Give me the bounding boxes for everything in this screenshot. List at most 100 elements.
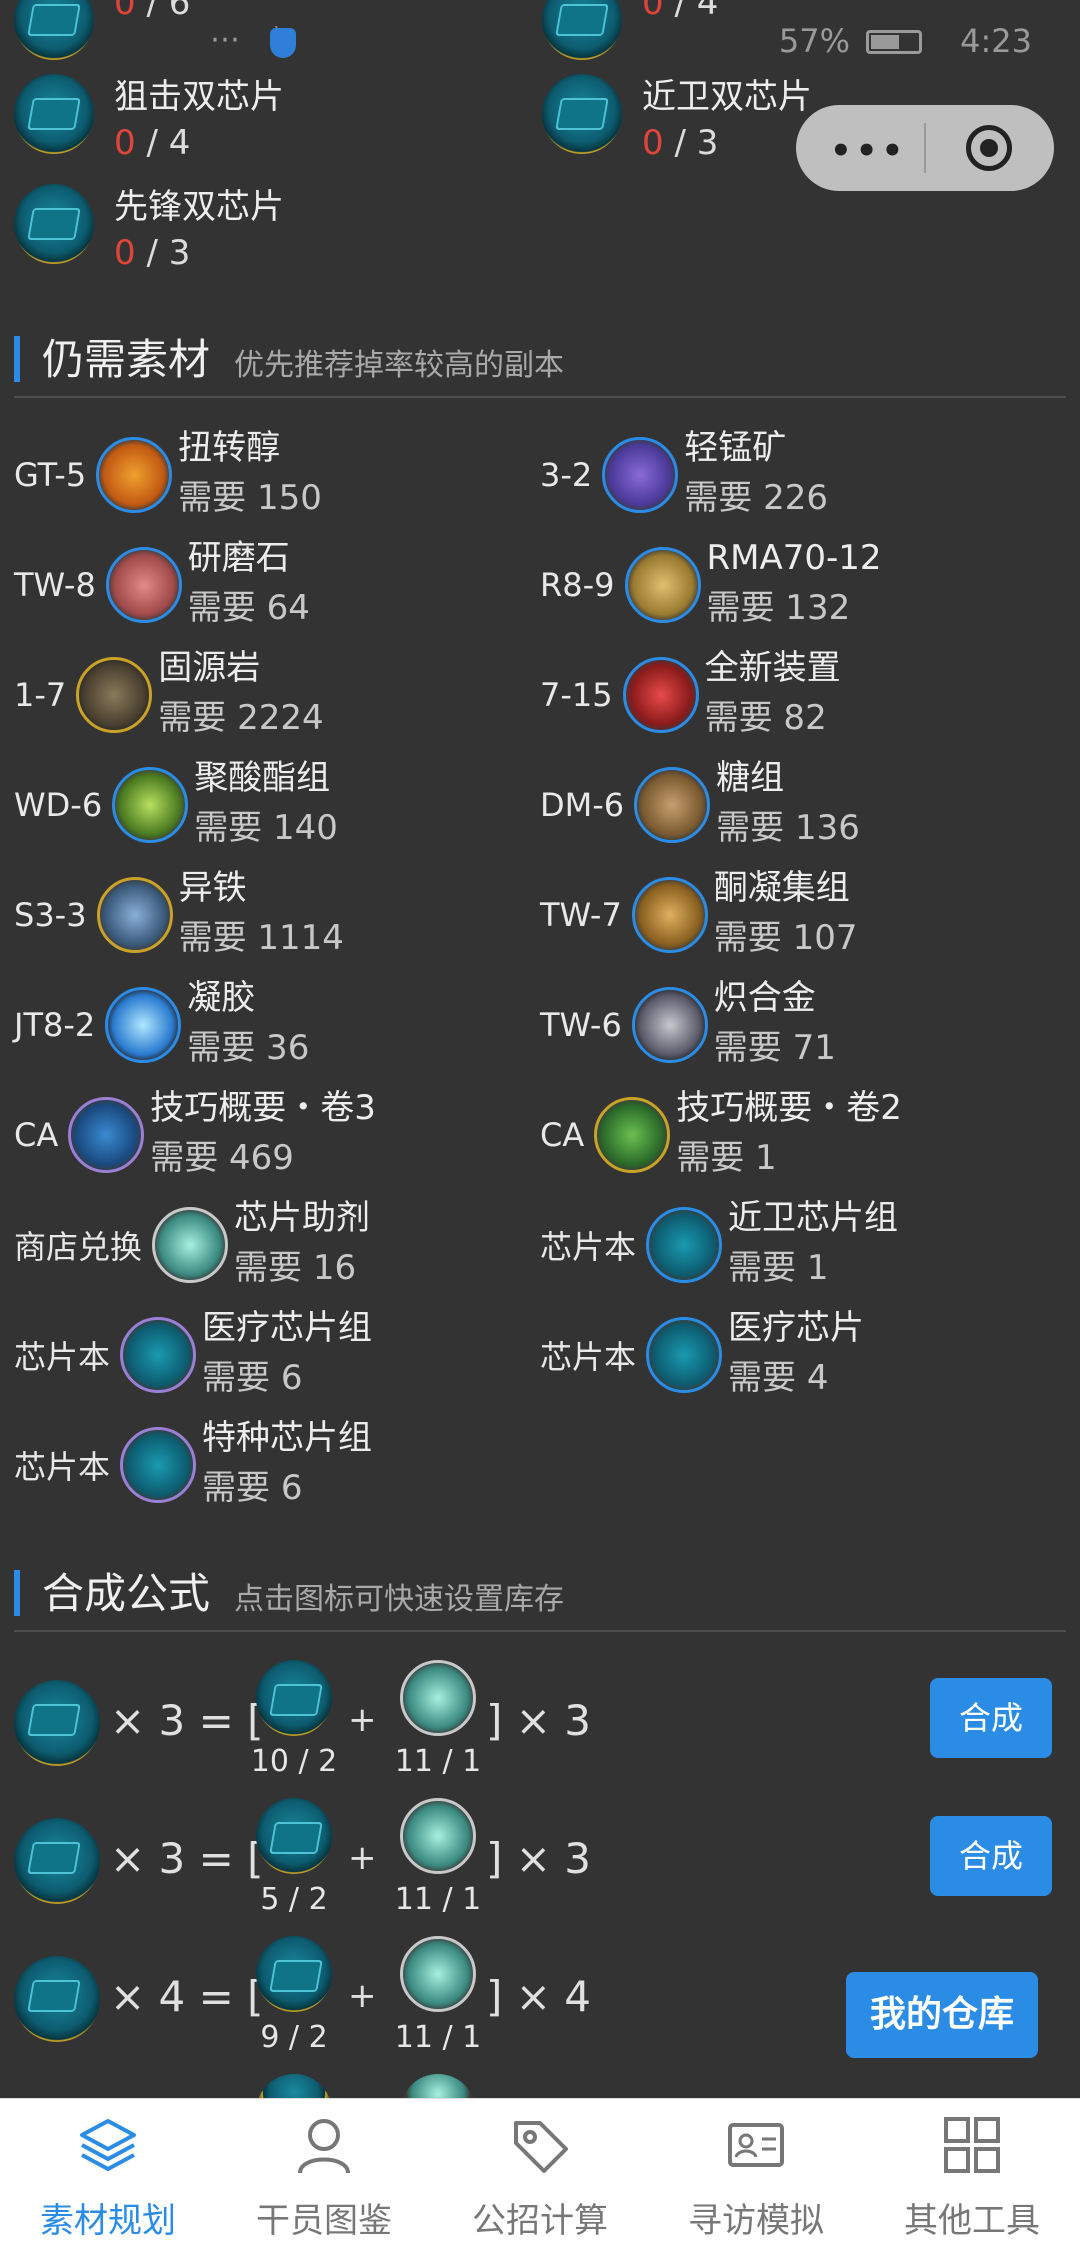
chip-icon[interactable] bbox=[14, 1680, 100, 1766]
chip-name: 近卫双芯片 bbox=[642, 77, 812, 117]
tab-headhunt-simulator[interactable]: 寻访模拟 bbox=[648, 2099, 864, 2244]
stage-label: TW-8 bbox=[14, 566, 96, 604]
formula-count: 11 / 1 bbox=[394, 2020, 482, 2055]
material-name: 扭转醇 bbox=[178, 428, 281, 468]
my-warehouse-button[interactable]: 我的仓库 bbox=[846, 1972, 1038, 2058]
chip-item-sniper-dual[interactable]: 狙击双芯片 0 / 4 bbox=[14, 74, 284, 166]
material-item[interactable]: CA 技巧概要・卷2 需要 1 bbox=[540, 1080, 902, 1190]
chip-icon[interactable] bbox=[256, 1660, 332, 1736]
material-item[interactable]: R8-9 RMA70-12 需要 132 bbox=[540, 530, 882, 640]
chip-icon[interactable] bbox=[256, 1798, 332, 1874]
tab-material-planning[interactable]: 素材规划 bbox=[0, 2099, 216, 2244]
section-subtitle: 点击图标可快速设置库存 bbox=[234, 1582, 564, 1617]
material-need: 需要 1 bbox=[676, 1138, 777, 1178]
material-name: 全新装置 bbox=[704, 648, 841, 688]
materials-section-header: 仍需素材 优先推荐掉率较高的副本 bbox=[14, 326, 1066, 398]
chip-count: 0 / 4 bbox=[642, 0, 719, 23]
material-need: 需要 36 bbox=[187, 1028, 310, 1068]
material-name: 医疗芯片组 bbox=[202, 1308, 373, 1348]
capsule-divider bbox=[924, 123, 926, 173]
book-icon bbox=[68, 1097, 145, 1173]
stage-label: S3-3 bbox=[14, 896, 87, 934]
vial-icon[interactable] bbox=[400, 1798, 476, 1874]
material-icon bbox=[96, 437, 173, 513]
chip-icon[interactable] bbox=[14, 1818, 100, 1904]
stage-label: DM-6 bbox=[540, 786, 625, 824]
material-item[interactable]: TW-7 酮凝集组 需要 107 bbox=[540, 860, 858, 970]
material-item[interactable]: 7-15 全新装置 需要 82 bbox=[540, 640, 841, 750]
stage-label: 芯片本 bbox=[14, 1338, 111, 1376]
formula-count: 10 / 2 bbox=[250, 1744, 338, 1779]
material-item[interactable]: 芯片本 特种芯片组 需要 6 bbox=[14, 1410, 372, 1520]
material-item[interactable]: 商店兑换 芯片助剂 需要 16 bbox=[14, 1190, 370, 1300]
formula-count: 5 / 2 bbox=[260, 1882, 328, 1917]
stage-label: WD-6 bbox=[14, 786, 103, 824]
section-divider bbox=[14, 396, 1066, 398]
material-need: 需要 4 bbox=[728, 1358, 829, 1398]
formula-multiplier: × 4 = [ bbox=[110, 1972, 264, 2021]
material-name: 酮凝集组 bbox=[713, 868, 850, 908]
material-item[interactable]: 1-7 固源岩 需要 2224 bbox=[14, 640, 324, 750]
material-item[interactable]: JT8-2 凝胶 需要 36 bbox=[14, 970, 309, 1080]
chip-item-guard-dual[interactable]: 近卫双芯片 0 / 3 bbox=[542, 74, 812, 166]
vial-icon[interactable] bbox=[400, 1936, 476, 2012]
material-icon bbox=[602, 437, 679, 513]
plus-sign: + bbox=[348, 1976, 377, 2016]
material-item[interactable]: DM-6 糖组 需要 136 bbox=[540, 750, 860, 860]
material-need: 需要 71 bbox=[713, 1028, 836, 1068]
synthesize-button[interactable]: 合成 bbox=[930, 1678, 1052, 1758]
section-title: 仍需素材 bbox=[42, 335, 211, 384]
material-need: 需要 469 bbox=[150, 1138, 294, 1178]
material-name: 特种芯片组 bbox=[202, 1418, 373, 1458]
material-item[interactable]: 3-2 轻锰矿 需要 226 bbox=[540, 420, 828, 530]
material-need: 需要 140 bbox=[194, 808, 338, 848]
material-item[interactable]: CA 技巧概要・卷3 需要 469 bbox=[14, 1080, 376, 1190]
formula-close: ] × 4 bbox=[486, 1972, 591, 2021]
material-item[interactable]: S3-3 异铁 需要 1114 bbox=[14, 860, 344, 970]
more-icon[interactable]: ••• bbox=[830, 131, 907, 171]
formula-row: × 3 = [ 5 / 2 + 11 / 1 ] × 3 合成 bbox=[14, 1798, 1066, 1928]
miniprogram-capsule: ••• bbox=[796, 105, 1054, 191]
tab-recruit-calculator[interactable]: 公招计算 bbox=[432, 2099, 648, 2244]
material-icon bbox=[76, 657, 153, 733]
tab-operator-archive[interactable]: 干员图鉴 bbox=[216, 2099, 432, 2244]
chip-item[interactable]: 0 / 4 bbox=[542, 0, 718, 60]
material-item[interactable]: 芯片本 医疗芯片 需要 4 bbox=[540, 1300, 864, 1410]
material-name: 医疗芯片 bbox=[728, 1308, 865, 1348]
material-item[interactable]: 芯片本 近卫芯片组 需要 1 bbox=[540, 1190, 898, 1300]
plus-sign: + bbox=[348, 1838, 377, 1878]
vial-icon[interactable] bbox=[400, 1660, 476, 1736]
material-icon bbox=[631, 877, 708, 953]
chip-name: 先锋双芯片 bbox=[114, 187, 284, 227]
synthesize-button[interactable]: 合成 bbox=[930, 1816, 1052, 1896]
material-need: 需要 6 bbox=[202, 1358, 303, 1398]
chip-item-vanguard-dual[interactable]: 先锋双芯片 0 / 3 bbox=[14, 184, 284, 276]
section-title: 合成公式 bbox=[42, 1569, 211, 1618]
section-subtitle: 优先推荐掉率较高的副本 bbox=[234, 348, 564, 383]
chip-item[interactable]: 0 / 6 bbox=[14, 0, 190, 60]
material-item[interactable]: TW-8 研磨石 需要 64 bbox=[14, 530, 310, 640]
stage-label: CA bbox=[14, 1116, 59, 1154]
material-name: 轻锰矿 bbox=[684, 428, 787, 468]
chip-icon bbox=[646, 1207, 723, 1283]
material-item[interactable]: TW-6 炽合金 需要 71 bbox=[540, 970, 836, 1080]
material-item[interactable]: 芯片本 医疗芯片组需要 6 bbox=[14, 1300, 372, 1410]
material-name: RMA70-12 bbox=[706, 538, 882, 578]
chip-icon bbox=[542, 74, 622, 154]
tab-label: 其他工具 bbox=[904, 2201, 1040, 2241]
material-icon bbox=[622, 657, 699, 733]
formula-count: 9 / 2 bbox=[260, 2020, 328, 2055]
material-icon bbox=[631, 987, 708, 1063]
section-accent-bar bbox=[14, 1570, 20, 1616]
formula-multiplier: × 3 = [ bbox=[110, 1696, 264, 1745]
material-name: 近卫芯片组 bbox=[728, 1198, 899, 1238]
material-item[interactable]: GT-5 扭转醇 需要 150 bbox=[14, 420, 322, 530]
stage-label: R8-9 bbox=[540, 566, 615, 604]
material-name: 聚酸酯组 bbox=[194, 758, 331, 798]
chip-icon[interactable] bbox=[14, 1956, 100, 2042]
material-item[interactable]: WD-6 聚酸酯组需要 140 bbox=[14, 750, 338, 860]
tab-other-tools[interactable]: 其他工具 bbox=[864, 2099, 1080, 2244]
chip-icon[interactable] bbox=[256, 1936, 332, 2012]
battery-icon bbox=[866, 30, 922, 54]
close-target-icon[interactable] bbox=[966, 125, 1012, 171]
